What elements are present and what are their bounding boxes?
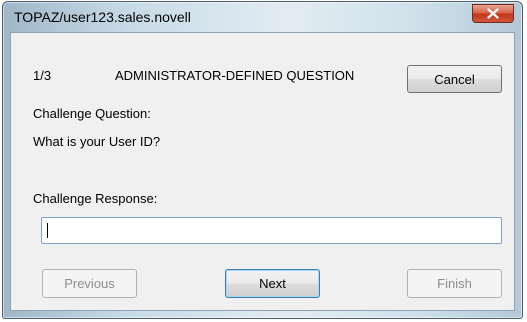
- challenge-dialog-window: TOPAZ/user123.sales.novell 1/3 ADMINISTR…: [2, 1, 523, 319]
- finish-button[interactable]: Finish: [407, 269, 502, 298]
- challenge-question-text: What is your User ID?: [33, 134, 161, 149]
- challenge-question-label: Challenge Question:: [33, 106, 151, 121]
- cancel-button[interactable]: Cancel: [407, 65, 502, 93]
- close-button[interactable]: [472, 4, 514, 23]
- next-button[interactable]: Next: [225, 269, 320, 298]
- challenge-response-input[interactable]: [41, 217, 502, 244]
- question-progress: 1/3: [33, 68, 52, 83]
- title-bar[interactable]: TOPAZ/user123.sales.novell: [3, 2, 522, 32]
- close-icon: [487, 8, 499, 19]
- previous-button[interactable]: Previous: [42, 269, 137, 298]
- question-type-heading: ADMINISTRATOR-DEFINED QUESTION: [115, 68, 355, 83]
- dialog-content: 1/3 ADMINISTRATOR-DEFINED QUESTION Cance…: [10, 32, 515, 311]
- text-caret: [47, 223, 48, 238]
- challenge-response-label: Challenge Response:: [33, 191, 158, 206]
- window-title: TOPAZ/user123.sales.novell: [14, 9, 191, 25]
